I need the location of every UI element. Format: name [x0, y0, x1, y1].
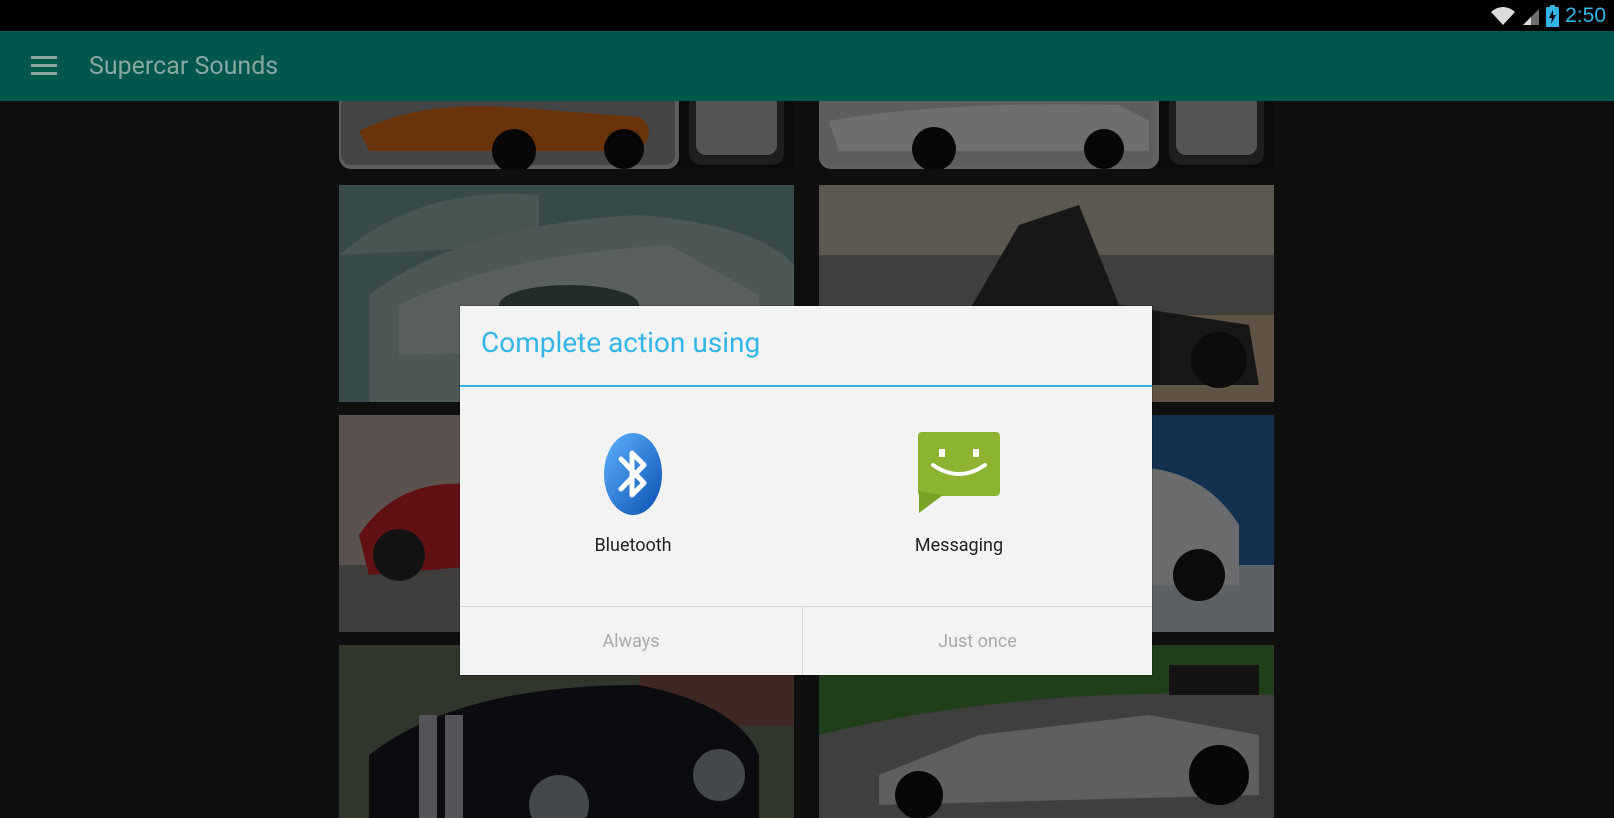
option-label: Bluetooth: [594, 535, 672, 556]
status-bar: 2:50: [0, 0, 1614, 31]
option-messaging[interactable]: Messaging: [786, 387, 1132, 606]
car-tile[interactable]: [339, 101, 794, 169]
app-choices: Bluetooth Messaging: [460, 387, 1152, 606]
signal-icon: [1523, 8, 1540, 25]
wifi-icon: [1491, 6, 1516, 25]
app-bar: Supercar Sounds: [0, 31, 1614, 101]
clock: 2:50: [1565, 3, 1606, 27]
just-once-button[interactable]: Just once: [803, 607, 1152, 675]
always-button[interactable]: Always: [460, 607, 803, 675]
option-bluetooth[interactable]: Bluetooth: [460, 387, 806, 606]
hamburger-menu-icon[interactable]: [31, 56, 57, 76]
battery-charging-icon: [1546, 4, 1560, 27]
messaging-icon: [918, 432, 1000, 513]
dialog-title: Complete action using: [460, 306, 1152, 387]
dialog-buttons: Always Just once: [460, 606, 1152, 675]
bluetooth-icon: [604, 433, 662, 515]
option-label: Messaging: [914, 535, 1004, 556]
app-title: Supercar Sounds: [89, 51, 279, 81]
chooser-dialog: Complete action using Bluetooth Messagin…: [460, 306, 1152, 675]
car-tile[interactable]: [819, 101, 1274, 169]
